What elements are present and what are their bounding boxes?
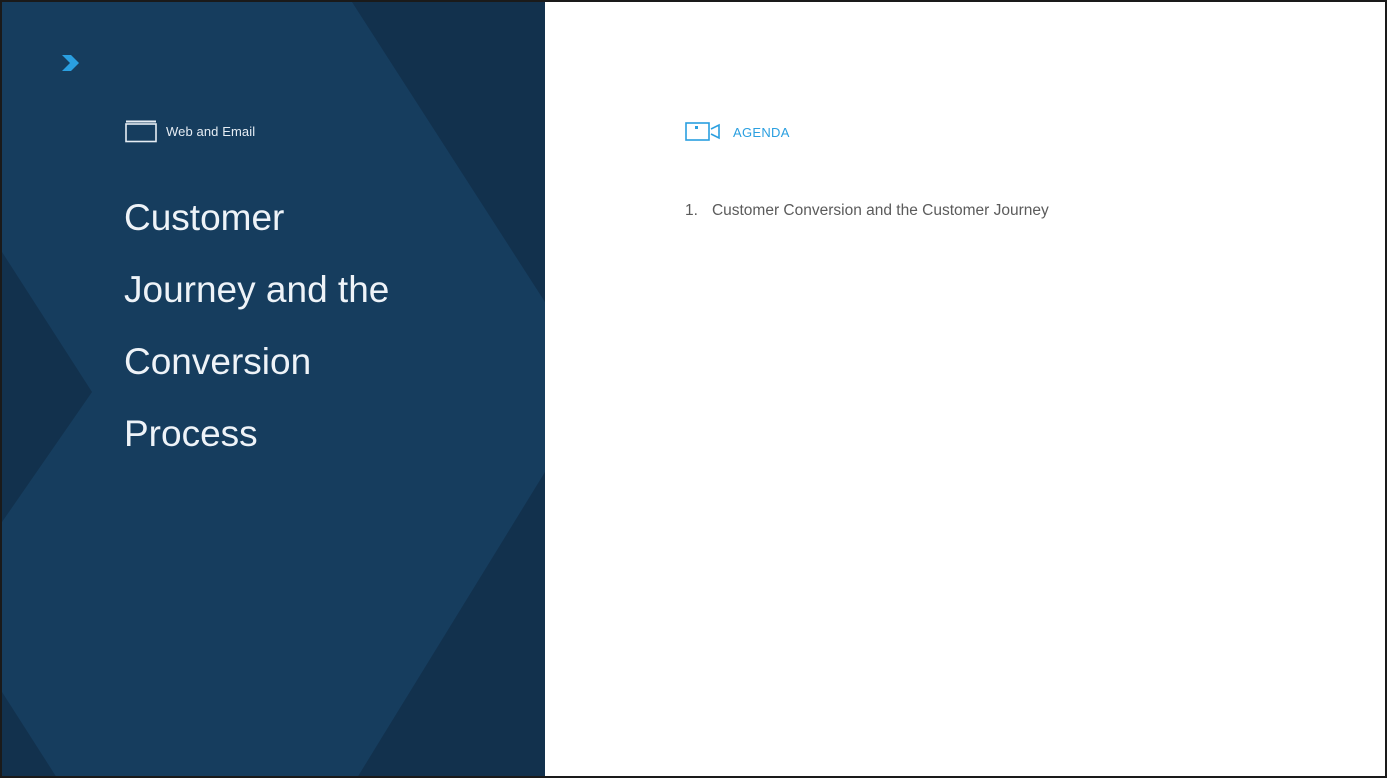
agenda-list: 1. Customer Conversion and the Customer … [685, 202, 1049, 220]
agenda-item-text: Customer Conversion and the Customer Jou… [711, 202, 1049, 219]
section-tag: Web and Email [125, 119, 255, 143]
agenda-header: AGENDA [685, 121, 790, 143]
agenda-heading: AGENDA [733, 124, 790, 140]
slide-title: Customer Journey and the Conversion Proc… [124, 197, 390, 454]
agenda-item: 1. Customer Conversion and the Customer … [685, 202, 1049, 220]
chevron-right-icon [62, 55, 79, 71]
agenda-item-number: 1. [685, 202, 698, 219]
title-panel: Web and Email Customer Journey and the C… [2, 2, 545, 776]
video-camera-icon [685, 122, 720, 141]
agenda-panel: AGENDA 1. Customer Conversion and the Cu… [545, 2, 1385, 776]
folder-tab-icon [125, 120, 157, 143]
section-tag-label: Web and Email [166, 123, 256, 139]
slide: Web and Email Customer Journey and the C… [0, 0, 1387, 778]
